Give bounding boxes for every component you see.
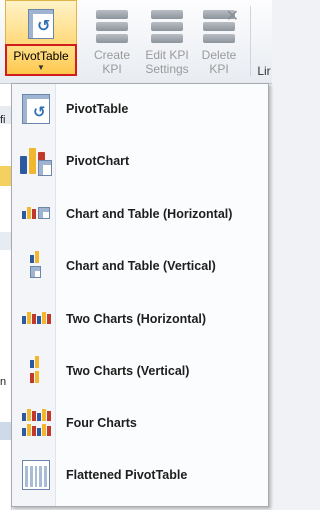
menu-item-chart-and-table-horizontal[interactable]: Chart and Table (Horizontal)	[14, 189, 266, 239]
menu-item-pivottable[interactable]: ↺ PivotTable	[14, 84, 266, 134]
pivotchart-icon	[14, 136, 56, 186]
delete-kpi-label: Delete KPI	[201, 48, 237, 76]
create-kpi-label: Create KPI	[93, 48, 131, 76]
background-text-fragment: n	[0, 376, 7, 388]
menu-item-chart-and-table-vertical[interactable]: Chart and Table (Vertical)	[14, 241, 266, 291]
menu-item-label: Two Charts (Horizontal)	[66, 312, 207, 326]
close-icon: ✕	[225, 8, 239, 25]
menu-item-label: Chart and Table (Vertical)	[66, 259, 216, 273]
delete-kpi-button[interactable]: ✕ Delete KPI	[196, 0, 242, 82]
pivottable-dropdown-menu: ↺ PivotTable PivotChart Chart and Table …	[11, 83, 269, 507]
pivottable-icon: ↺	[14, 84, 56, 134]
menu-item-pivotchart[interactable]: PivotChart	[14, 136, 266, 186]
menu-item-flattened-pivottable[interactable]: Flattened PivotTable	[14, 450, 266, 500]
menu-item-label: Two Charts (Vertical)	[66, 364, 190, 378]
edit-kpi-settings-button[interactable]: Edit KPI Settings	[140, 0, 194, 82]
menu-item-label: Four Charts	[66, 416, 137, 430]
menu-item-label: PivotTable	[66, 102, 129, 116]
edit-kpi-icon	[145, 4, 189, 48]
ribbon-partial-label: Lir	[257, 64, 271, 78]
create-kpi-button[interactable]: Create KPI	[86, 0, 138, 82]
background-text-fragment: fi	[0, 114, 6, 126]
menu-item-four-charts[interactable]: Four Charts	[14, 398, 266, 448]
menu-item-label: Chart and Table (Horizontal)	[66, 207, 233, 221]
menu-item-two-charts-horizontal[interactable]: Two Charts (Horizontal)	[14, 294, 266, 344]
flattened-pivottable-icon	[14, 450, 56, 500]
pivottable-button-label: PivotTable	[13, 49, 69, 63]
ribbon: ↺ PivotTable ▼ Create KPI Edit KPI Setti…	[0, 0, 272, 84]
chart-and-table-vertical-icon	[14, 241, 56, 291]
chevron-down-icon: ▼	[37, 63, 45, 72]
menu-item-two-charts-vertical[interactable]: Two Charts (Vertical)	[14, 346, 266, 396]
menu-item-label: PivotChart	[66, 154, 130, 168]
menu-item-label: Flattened PivotTable	[66, 468, 188, 482]
four-charts-icon	[14, 398, 56, 448]
delete-kpi-icon: ✕	[197, 4, 241, 48]
two-charts-vertical-icon	[14, 346, 56, 396]
chart-and-table-horizontal-icon	[14, 189, 56, 239]
ribbon-separator	[250, 6, 251, 76]
edit-kpi-label: Edit KPI Settings	[145, 48, 189, 76]
pivottable-button-icon-area[interactable]: ↺	[5, 0, 77, 44]
pivottable-dropdown-button[interactable]: ↺ PivotTable ▼	[5, 0, 77, 78]
create-kpi-icon	[90, 4, 134, 48]
pivottable-icon: ↺	[19, 5, 63, 49]
two-charts-horizontal-icon	[14, 294, 56, 344]
